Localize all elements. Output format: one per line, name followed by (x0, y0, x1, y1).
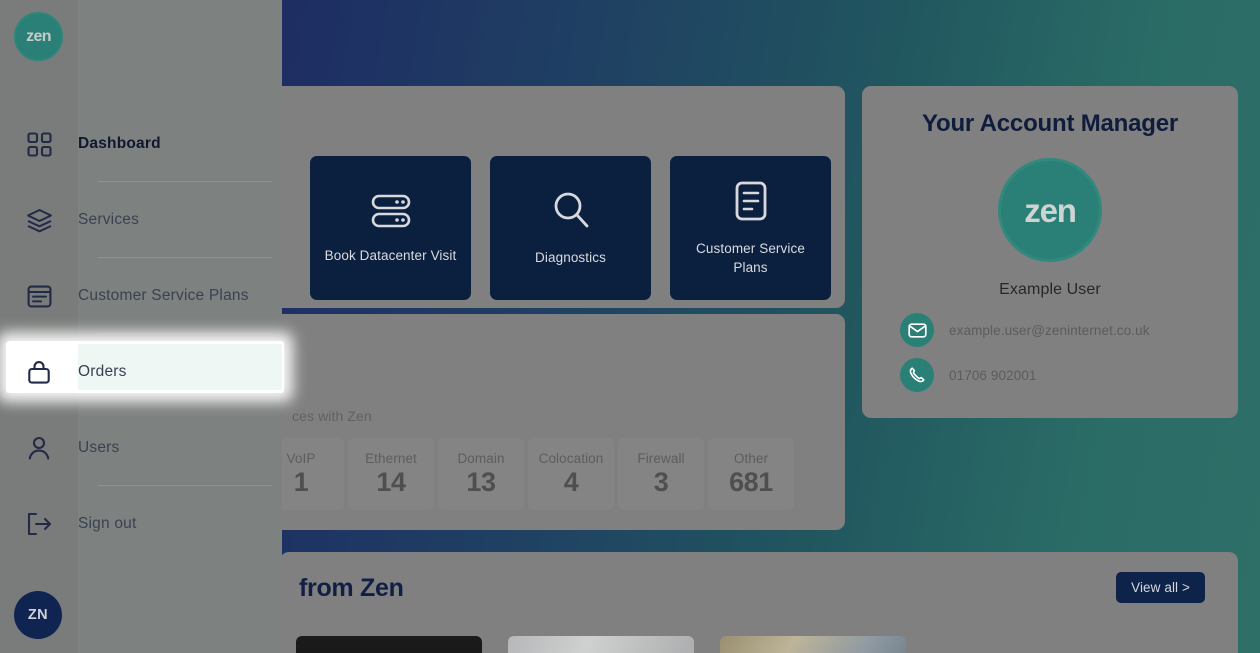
stat-value: 3 (653, 466, 669, 497)
sidebar-item-label: Customer Service Plans (78, 287, 249, 304)
stat-value: 14 (376, 466, 406, 497)
document-lines-icon (731, 180, 771, 229)
account-manager-email-row[interactable]: example.user@zeninternet.co.uk (900, 313, 1238, 347)
document-icon (0, 284, 78, 309)
sidebar-item-sign-out[interactable]: Sign out (0, 486, 282, 562)
app-root: Book Datacenter Visit Diagnostics Custom… (0, 0, 1260, 653)
user-avatar[interactable]: ZN (14, 591, 62, 639)
sidebar-nav: Dashboard Services Customer Service Plan… (0, 106, 282, 562)
sidebar-item-label: Orders (78, 363, 127, 380)
stat-label: VoIP (286, 450, 316, 466)
stat-value: 4 (563, 466, 579, 497)
tile-book-datacenter-visit[interactable]: Book Datacenter Visit (310, 156, 471, 300)
zen-logo-text: zen (26, 27, 51, 45)
tile-label: Book Datacenter Visit (324, 248, 457, 263)
avatar-initials: ZN (27, 607, 49, 623)
stat-item[interactable]: Domain 13 (438, 438, 524, 510)
sidebar-item-label: Sign out (78, 515, 137, 532)
sign-out-icon (0, 512, 78, 536)
services-subtitle: ces with Zen (292, 408, 372, 424)
grid-icon (0, 131, 78, 157)
stat-label: Ethernet (365, 450, 417, 466)
envelope-icon (900, 313, 934, 347)
sidebar-item-services[interactable]: Services (0, 182, 282, 258)
sidebar-item-dashboard[interactable]: Dashboard (0, 106, 282, 182)
tile-label: Customer Service Plans (696, 240, 805, 275)
stat-item[interactable]: Colocation 4 (528, 438, 614, 510)
sidebar-item-orders[interactable]: Orders (0, 334, 282, 410)
zen-brand-logo[interactable]: zen (14, 12, 63, 61)
news-thumbnail[interactable] (508, 636, 694, 653)
account-manager-phone: 01706 902001 (949, 367, 1037, 383)
account-manager-contact-list: example.user@zeninternet.co.uk 01706 902… (862, 313, 1238, 392)
stat-value: 1 (293, 466, 309, 497)
stat-item[interactable]: Firewall 3 (618, 438, 704, 510)
stat-value: 13 (466, 466, 496, 497)
stat-label: Colocation (538, 450, 604, 466)
news-thumbnail[interactable] (296, 636, 482, 653)
stat-value: 681 (729, 466, 773, 497)
stat-label: Firewall (637, 450, 685, 466)
bag-icon (0, 360, 78, 385)
tile-diagnostics[interactable]: Diagnostics (490, 156, 651, 300)
zen-logo-text: zen (1024, 191, 1077, 229)
person-icon (0, 436, 78, 461)
quick-actions-tile-list: Book Datacenter Visit Diagnostics Custom… (310, 156, 831, 300)
stat-label: Other (733, 450, 769, 466)
news-thumbnail[interactable] (720, 636, 906, 653)
sidebar-item-label: Users (78, 439, 120, 456)
quick-actions-card: Book Datacenter Visit Diagnostics Custom… (232, 86, 845, 308)
services-summary-card: ces with Zen VoIP 1 Ethernet 14 Domain 1… (232, 314, 845, 530)
view-all-button[interactable]: View all > (1116, 572, 1205, 603)
services-stat-list: VoIP 1 Ethernet 14 Domain 13 Colocation … (258, 438, 794, 510)
sidebar-item-customer-service-plans[interactable]: Customer Service Plans (0, 258, 282, 334)
stat-item[interactable]: Ethernet 14 (348, 438, 434, 510)
news-thumbnail-list (296, 636, 906, 653)
account-manager-card: Your Account Manager zen Example User ex… (862, 86, 1238, 418)
news-title: from Zen (299, 574, 404, 602)
account-manager-avatar: zen (998, 158, 1102, 262)
sidebar-item-users[interactable]: Users (0, 410, 282, 486)
account-manager-phone-row[interactable]: 01706 902001 (900, 358, 1238, 392)
stat-label: Domain (457, 450, 505, 466)
phone-icon (900, 358, 934, 392)
news-card: from Zen View all > (280, 552, 1238, 653)
sidebar-item-label: Dashboard (78, 135, 161, 152)
search-icon (548, 189, 594, 238)
layers-icon (0, 208, 78, 233)
account-manager-title: Your Account Manager (921, 110, 1179, 137)
account-manager-name: Example User (999, 281, 1101, 298)
tile-customer-service-plans[interactable]: Customer Service Plans (670, 156, 831, 300)
server-icon (368, 191, 414, 236)
stat-item[interactable]: Other 681 (708, 438, 794, 510)
account-manager-email: example.user@zeninternet.co.uk (949, 322, 1150, 338)
sidebar-item-label: Services (78, 211, 140, 228)
tile-label: Diagnostics (535, 250, 606, 265)
